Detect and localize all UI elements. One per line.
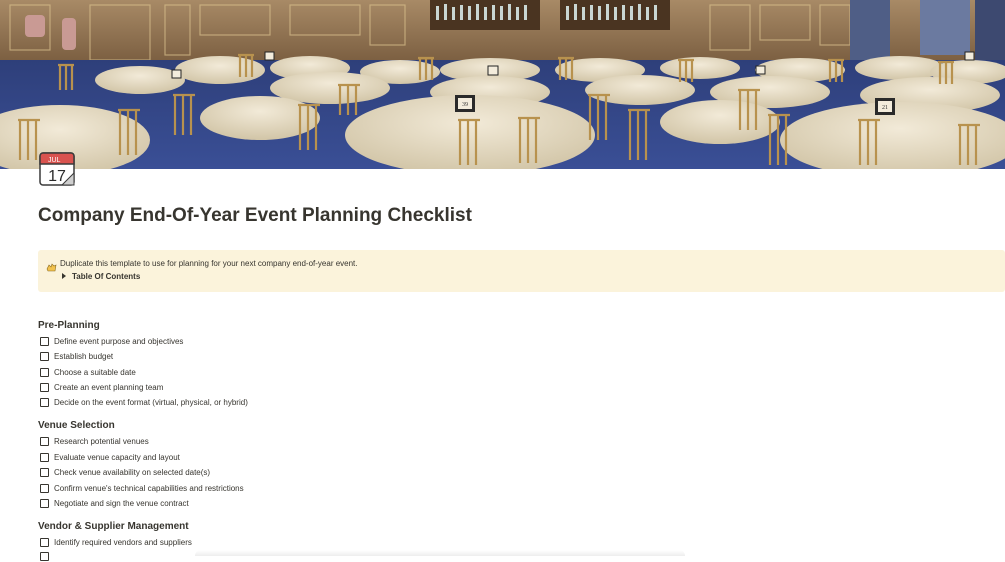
page-title: Company End-Of-Year Event Planning Check…: [38, 205, 472, 226]
todo-label: Research potential venues: [54, 436, 149, 446]
todo-label: Check venue availability on selected dat…: [54, 467, 211, 477]
section-heading-pre-planning: Pre-Planning: [38, 320, 100, 331]
folded-hands-icon: [46, 259, 57, 272]
svg-text:JUL: JUL: [48, 157, 61, 164]
scroll-shadow: [195, 550, 685, 556]
todo-label: Evaluate venue capacity and layout: [54, 452, 180, 462]
todo-item: Research potential venues: [40, 435, 149, 447]
todo-item: Identify required vendors and suppliers: [40, 536, 192, 548]
checkbox[interactable]: [40, 498, 49, 508]
svg-text:39: 39: [462, 102, 468, 108]
todo-item: [40, 550, 54, 562]
checkbox[interactable]: [40, 336, 49, 346]
toggle-label: Table Of Contents: [72, 272, 141, 281]
checkbox[interactable]: [40, 483, 49, 493]
checkbox[interactable]: [40, 551, 49, 561]
section-heading-vendor-supplier-management: Vendor & Supplier Management: [38, 521, 189, 532]
todo-label: Decide on the event format (virtual, phy…: [54, 397, 248, 407]
callout-text: Duplicate this template to use for plann…: [60, 259, 358, 268]
triangle-right-icon[interactable]: [62, 273, 66, 279]
todo-item: Check venue availability on selected dat…: [40, 466, 210, 478]
cover-image: 39 21: [0, 0, 1005, 169]
section-heading-venue-selection: Venue Selection: [38, 420, 115, 431]
svg-text:21: 21: [882, 105, 888, 111]
table-number-card: 39: [455, 95, 475, 112]
todo-item: Negotiate and sign the venue contract: [40, 497, 189, 509]
todo-item: Define event purpose and objectives: [40, 335, 183, 347]
todo-label: Negotiate and sign the venue contract: [54, 498, 189, 508]
todo-label: Create an event planning team: [54, 382, 164, 392]
checkbox[interactable]: [40, 351, 49, 361]
checkbox[interactable]: [40, 467, 49, 477]
svg-text:17: 17: [48, 168, 66, 185]
todo-label: Identify required vendors and suppliers: [54, 537, 192, 547]
todo-label: Confirm venue's technical capabilities a…: [54, 483, 244, 493]
todo-label: Define event purpose and objectives: [54, 336, 184, 346]
calendar-icon[interactable]: JUL 17: [38, 151, 76, 187]
checkbox[interactable]: [40, 382, 49, 392]
checkbox[interactable]: [40, 452, 49, 462]
checkbox[interactable]: [40, 436, 49, 446]
todo-item: Create an event planning team: [40, 381, 163, 393]
table-number-card: 21: [875, 98, 895, 115]
toggle-table-of-contents[interactable]: Table Of Contents: [62, 272, 140, 281]
todo-item: Establish budget: [40, 350, 113, 362]
checkbox[interactable]: [40, 397, 49, 407]
checkbox[interactable]: [40, 367, 49, 377]
todo-label: Choose a suitable date: [54, 367, 136, 377]
checkbox[interactable]: [40, 537, 49, 547]
todo-item: Evaluate venue capacity and layout: [40, 451, 180, 463]
todo-item: Confirm venue's technical capabilities a…: [40, 482, 244, 494]
todo-item: Decide on the event format (virtual, phy…: [40, 396, 248, 408]
todo-label: Establish budget: [54, 351, 114, 361]
callout-block: Duplicate this template to use for plann…: [38, 250, 1005, 292]
todo-item: Choose a suitable date: [40, 366, 136, 378]
